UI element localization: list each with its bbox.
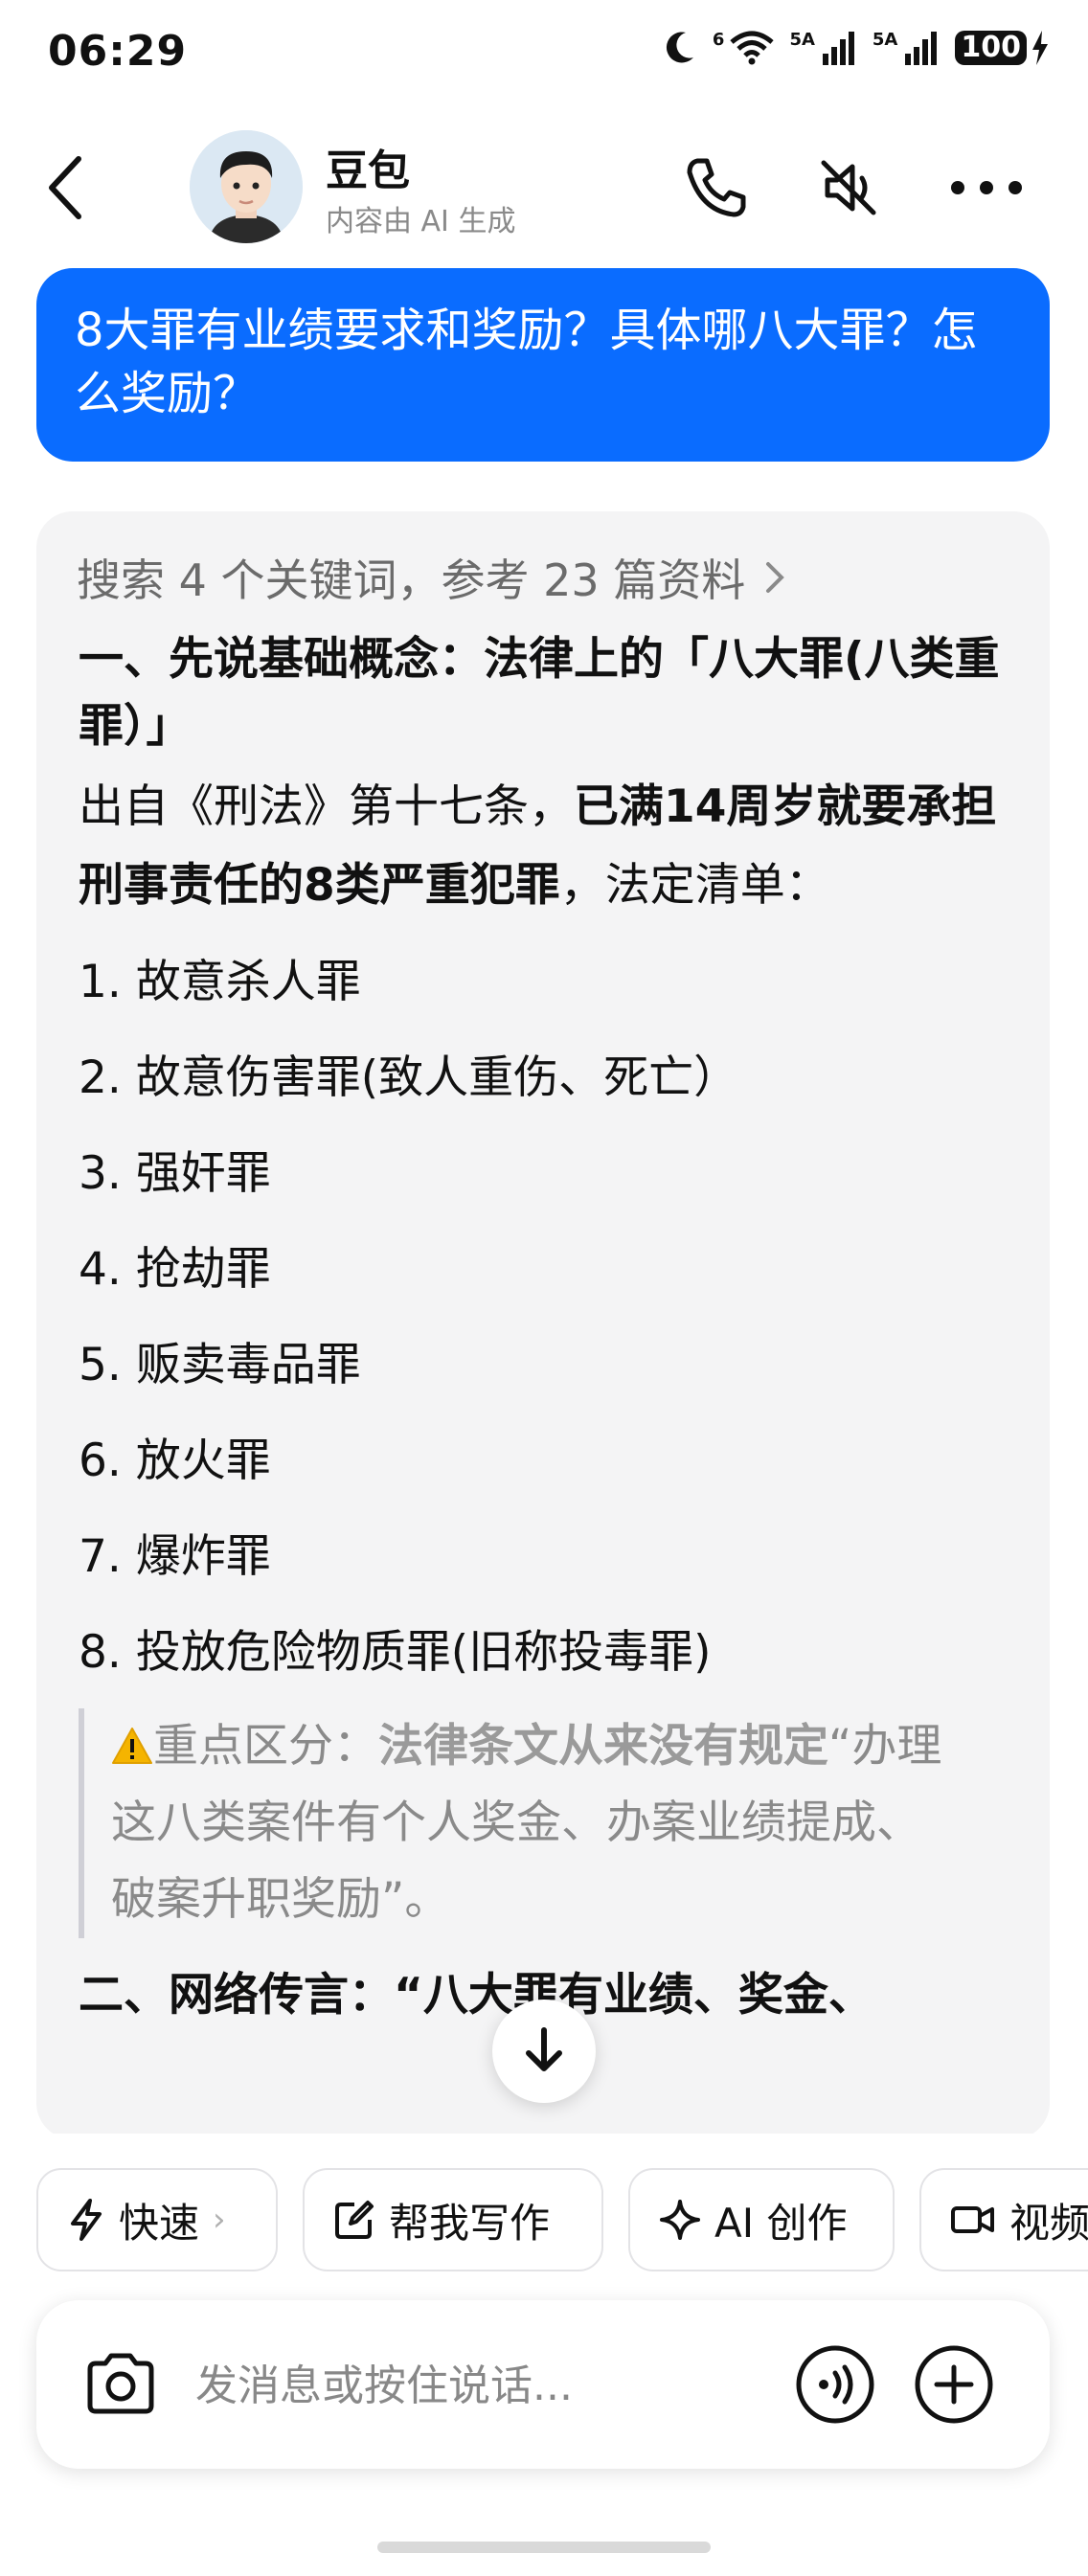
more-icon [951, 181, 1022, 194]
warning-icon [112, 1728, 152, 1764]
chip-ai-create[interactable]: AI 创作 [628, 2168, 895, 2271]
chip-label: 帮我写作 [389, 2199, 551, 2247]
plus-icon [915, 2345, 993, 2424]
chevron-right-icon [766, 562, 785, 593]
wifi-icon [730, 31, 775, 65]
chip-video[interactable]: 视频 [919, 2168, 1088, 2271]
intro-text-start: 出自《刑法》第十七条， [79, 780, 574, 833]
list-item: 7. 爆炸罪 [79, 1530, 271, 1583]
avatar[interactable] [190, 130, 303, 243]
bot-name: 豆包 [326, 147, 410, 195]
note-label: 重点区分： [153, 1720, 378, 1773]
avatar-icon [190, 130, 303, 243]
back-button[interactable] [38, 149, 96, 226]
network-label-3: 5A [872, 29, 898, 50]
add-attachment-button[interactable] [914, 2344, 994, 2425]
bot-reply-card: 搜索 4 个关键词，参考 23 篇资料 一、先说基础概念：法律上的「八大罪(八类… [36, 511, 1050, 2139]
message-input-bar [36, 2300, 1050, 2469]
network-label-2: 5A [789, 29, 815, 50]
chip-label: AI 创作 [714, 2199, 848, 2247]
signal-icon-1 [822, 32, 854, 65]
moon-icon [666, 32, 693, 63]
phone-icon [687, 158, 746, 217]
chip-label: 视频 [1009, 2199, 1088, 2247]
sparkle-icon [660, 2200, 700, 2240]
user-message-bubble[interactable]: 8大罪有业绩要求和奖励？具体哪八大罪？怎么奖励？ [36, 268, 1050, 462]
ai-disclaimer: 内容由 AI 生成 [326, 205, 516, 238]
back-icon [49, 156, 81, 219]
more-button[interactable] [946, 153, 1022, 222]
status-time: 06:29 [48, 27, 188, 76]
chip-fast[interactable]: 快速 › [36, 2168, 278, 2271]
edit-icon [335, 2201, 374, 2239]
charging-icon [1032, 31, 1048, 65]
list-item: 1. 故意杀人罪 [79, 956, 361, 1008]
search-summary-text: 搜索 4 个关键词，参考 23 篇资料 [77, 554, 746, 606]
network-label-1: 6 [712, 29, 725, 50]
reply-body: 一、先说基础概念：法律上的「八大罪(八类重罪）」 出自《刑法》第十七条，已满14… [79, 626, 1027, 2034]
arrow-down-icon [526, 2027, 562, 2071]
voice-icon [796, 2345, 874, 2424]
lightning-icon [71, 2199, 102, 2241]
user-message-text: 8大罪有业绩要求和奖励？具体哪八大罪？怎么奖励？ [75, 304, 978, 420]
voice-call-button[interactable] [795, 2344, 875, 2425]
mute-icon [821, 160, 876, 215]
search-summary[interactable]: 搜索 4 个关键词，参考 23 篇资料 [77, 546, 787, 609]
list-item: 6. 放火罪 [79, 1435, 271, 1487]
camera-icon [87, 2353, 154, 2414]
call-button[interactable] [682, 153, 751, 222]
note-bold: 法律条文从来没有规定 [378, 1720, 828, 1773]
message-input[interactable] [193, 2348, 791, 2423]
signal-icon-2 [905, 32, 938, 65]
intro-paragraph: 出自《刑法》第十七条，已满14周岁就要承担刑事责任的8类严重犯罪，法定清单： [79, 768, 1027, 925]
crime-list: 1. 故意杀人罪 2. 故意伤害罪(致人重伤、死亡） 3. 强奸罪 4. 抢劫罪… [79, 935, 1027, 1701]
quick-action-bar: 快速 › 帮我写作 AI 创作 视频 [0, 2134, 1088, 2277]
list-item: 3. 强奸罪 [79, 1147, 271, 1200]
intro-text-end: ，法定清单： [559, 859, 830, 912]
mute-button[interactable] [814, 153, 883, 222]
home-indicator[interactable] [377, 2542, 711, 2553]
chat-header: 豆包 内容由 AI 生成 [0, 115, 1088, 259]
list-item: 2. 故意伤害罪(致人重伤、死亡） [79, 1051, 739, 1104]
list-item: 8. 投放危险物质罪(旧称投毒罪) [79, 1626, 712, 1679]
camera-button[interactable] [82, 2346, 159, 2423]
status-icons: 6 5A 5A 100 [663, 29, 1050, 67]
battery-indicator: 100 [955, 31, 1050, 65]
battery-level: 100 [955, 31, 1027, 65]
note-quote: 重点区分：法律条文从来没有规定“办理这八类案件有个人奖金、办案业绩提成、破案升职… [79, 1708, 954, 1938]
video-icon [951, 2206, 994, 2233]
section-heading-1: 一、先说基础概念：法律上的「八大罪(八类重罪）」 [79, 633, 1000, 753]
scroll-to-bottom-button[interactable] [492, 2000, 596, 2103]
chevron-right-icon: › [213, 2201, 226, 2239]
list-item: 5. 贩卖毒品罪 [79, 1339, 361, 1391]
list-item: 4. 抢劫罪 [79, 1243, 271, 1296]
chip-writing[interactable]: 帮我写作 [303, 2168, 603, 2271]
chip-label: 快速 [119, 2199, 200, 2247]
status-bar: 06:29 6 5A 5A 100 [0, 0, 1088, 105]
